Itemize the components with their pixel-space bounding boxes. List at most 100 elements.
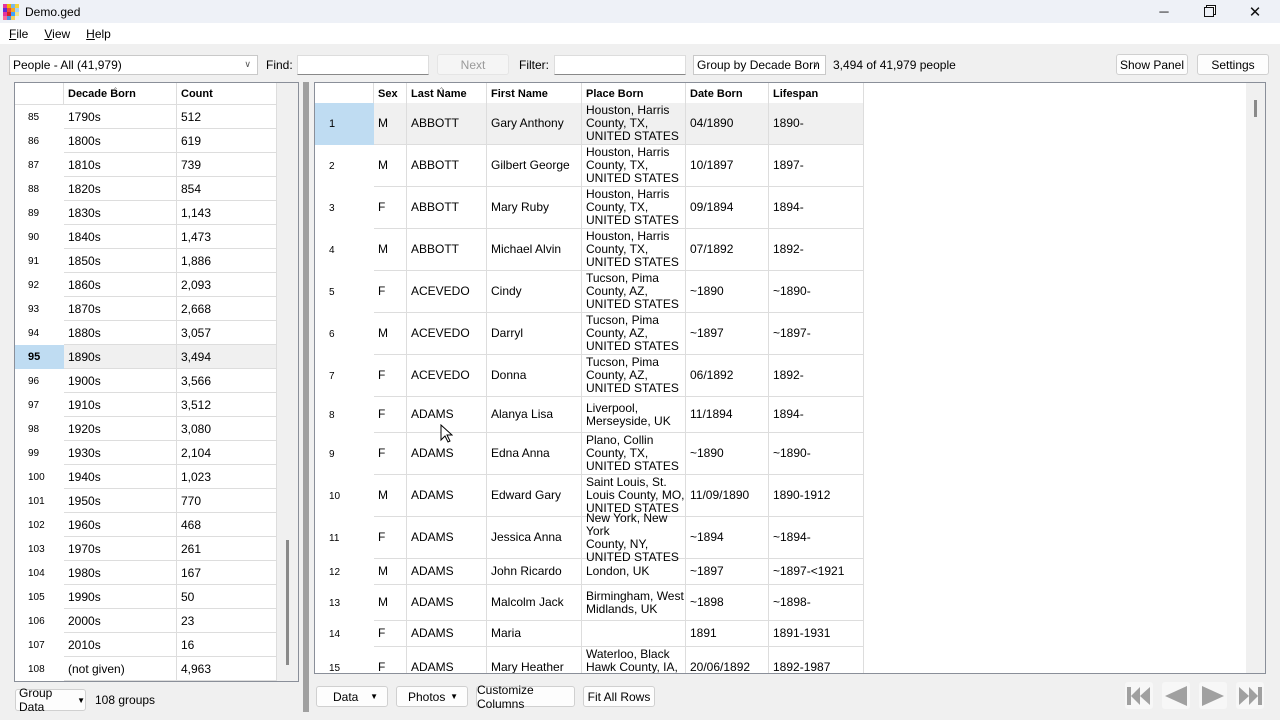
person-row[interactable]: 15 F ADAMS Mary Heather Waterloo, Black Hawk… xyxy=(315,647,864,673)
people-grid-scrollbar[interactable] xyxy=(1246,83,1265,673)
lifespan-cell[interactable]: ~1897-<1921 xyxy=(769,559,864,585)
group-data-button[interactable]: Group Data ▼ xyxy=(15,686,86,714)
count-cell[interactable]: 4,963 xyxy=(177,657,277,681)
group-row[interactable]: 86 1800s 619 xyxy=(15,129,277,153)
place-born-cell[interactable]: Houston, Harris County, TX, UNITED STATE… xyxy=(582,103,686,145)
place-born-cell[interactable]: Plano, Collin County, TX, UNITED STATES xyxy=(582,433,686,475)
group-row[interactable]: 106 2000s 23 xyxy=(15,609,277,633)
decade-cell[interactable]: 1860s xyxy=(64,273,177,297)
lifespan-cell[interactable]: 1897- xyxy=(769,145,864,187)
count-cell[interactable]: 3,512 xyxy=(177,393,277,417)
last-name-cell[interactable]: ADAMS xyxy=(407,517,487,559)
decade-cell[interactable]: 1970s xyxy=(64,537,177,561)
row-number[interactable]: 96 xyxy=(15,369,64,393)
group-row[interactable]: 91 1850s 1,886 xyxy=(15,249,277,273)
group-row[interactable]: 94 1880s 3,057 xyxy=(15,321,277,345)
row-number[interactable]: 86 xyxy=(15,129,64,153)
first-name-cell[interactable]: Cindy xyxy=(487,271,582,313)
place-born-cell[interactable]: Tucson, Pima County, AZ, UNITED STATES xyxy=(582,355,686,397)
sex-cell[interactable]: F xyxy=(374,517,407,559)
decade-cell[interactable]: 1880s xyxy=(64,321,177,345)
row-number[interactable]: 1 xyxy=(315,103,374,145)
scrollbar-thumb[interactable] xyxy=(1254,100,1257,117)
sex-cell[interactable]: M xyxy=(374,585,407,621)
last-name-cell[interactable]: ADAMS xyxy=(407,621,487,647)
row-number[interactable]: 98 xyxy=(15,417,64,441)
lifespan-cell[interactable]: ~1898- xyxy=(769,585,864,621)
show-panel-button[interactable]: Show Panel xyxy=(1116,54,1188,75)
last-name-cell[interactable]: ACEVEDO xyxy=(407,313,487,355)
decade-cell[interactable]: 1910s xyxy=(64,393,177,417)
first-name-cell[interactable]: Edna Anna xyxy=(487,433,582,475)
group-row[interactable]: 92 1860s 2,093 xyxy=(15,273,277,297)
row-number[interactable]: 4 xyxy=(315,229,374,271)
person-row[interactable]: 11 F ADAMS Jessica Anna New York, New York C… xyxy=(315,511,864,563)
lifespan-cell[interactable]: ~1894- xyxy=(769,517,864,559)
row-number[interactable]: 101 xyxy=(15,489,64,513)
sex-cell[interactable]: M xyxy=(374,313,407,355)
count-cell[interactable]: 1,886 xyxy=(177,249,277,273)
row-number[interactable]: 89 xyxy=(15,201,64,225)
row-number[interactable]: 8 xyxy=(315,397,374,433)
place-born-cell[interactable]: New York, New York County, NY, UNITED ST… xyxy=(582,511,686,563)
decade-cell[interactable]: 1960s xyxy=(64,513,177,537)
menu-view[interactable]: View xyxy=(36,27,78,41)
sex-cell[interactable]: F xyxy=(374,647,407,673)
sex-cell[interactable]: M xyxy=(374,475,407,517)
lifespan-cell[interactable]: 1890-1912 xyxy=(769,475,864,517)
row-number[interactable]: 103 xyxy=(15,537,64,561)
next-button[interactable]: Next xyxy=(437,54,509,75)
lifespan-cell[interactable]: 1894- xyxy=(769,397,864,433)
place-born-cell[interactable]: Houston, Harris County, TX, UNITED STATE… xyxy=(582,187,686,229)
place-born-cell[interactable]: Tucson, Pima County, AZ, UNITED STATES xyxy=(582,271,686,313)
date-born-cell[interactable]: 1891 xyxy=(686,621,769,647)
first-name-cell[interactable]: Michael Alvin xyxy=(487,229,582,271)
column-header-place-born[interactable]: Place Born xyxy=(582,83,686,105)
minimize-button[interactable]: ─ xyxy=(1141,0,1187,23)
date-born-cell[interactable]: 11/09/1890 xyxy=(686,475,769,517)
first-name-cell[interactable]: Mary Ruby xyxy=(487,187,582,229)
column-header-last-name[interactable]: ‸ Last Name xyxy=(407,83,487,105)
first-record-button[interactable] xyxy=(1125,682,1153,709)
last-record-button[interactable] xyxy=(1236,682,1264,709)
group-row[interactable]: 104 1980s 167 xyxy=(15,561,277,585)
group-row[interactable]: 89 1830s 1,143 xyxy=(15,201,277,225)
scrollbar-thumb[interactable] xyxy=(286,540,289,665)
decade-cell[interactable]: 1830s xyxy=(64,201,177,225)
group-by-select[interactable]: Group by Decade Born ∨ xyxy=(693,55,826,75)
date-born-cell[interactable]: 04/1890 xyxy=(686,103,769,145)
row-number[interactable]: 104 xyxy=(15,561,64,585)
place-born-cell[interactable]: Houston, Harris County, TX, UNITED STATE… xyxy=(582,145,686,187)
group-row[interactable]: 97 1910s 3,512 xyxy=(15,393,277,417)
count-cell[interactable]: 770 xyxy=(177,489,277,513)
row-number[interactable]: 99 xyxy=(15,441,64,465)
group-row[interactable]: 99 1930s 2,104 xyxy=(15,441,277,465)
group-row[interactable]: 95 1890s 3,494 xyxy=(15,345,277,369)
people-list-select[interactable]: People - All (41,979) ∨ xyxy=(9,55,258,75)
next-record-button[interactable] xyxy=(1199,682,1227,709)
group-row[interactable]: 85 1790s 512 xyxy=(15,105,277,129)
sex-cell[interactable]: M xyxy=(374,229,407,271)
column-header-first-name[interactable]: First Name xyxy=(487,83,582,105)
decade-cell[interactable]: 1930s xyxy=(64,441,177,465)
group-row[interactable]: 102 1960s 468 xyxy=(15,513,277,537)
sex-cell[interactable]: M xyxy=(374,559,407,585)
date-born-cell[interactable]: 06/1892 xyxy=(686,355,769,397)
date-born-cell[interactable]: ~1897 xyxy=(686,313,769,355)
decade-cell[interactable]: 1790s xyxy=(64,105,177,129)
row-number[interactable]: 5 xyxy=(315,271,374,313)
last-name-cell[interactable]: ADAMS xyxy=(407,647,487,673)
decade-cell[interactable]: 1980s xyxy=(64,561,177,585)
group-row[interactable]: 87 1810s 739 xyxy=(15,153,277,177)
lifespan-cell[interactable]: 1891-1931 xyxy=(769,621,864,647)
row-number[interactable]: 12 xyxy=(315,559,374,585)
decade-cell[interactable]: 1950s xyxy=(64,489,177,513)
decade-cell[interactable]: 1800s xyxy=(64,129,177,153)
lifespan-cell[interactable]: 1892- xyxy=(769,355,864,397)
column-header-sex[interactable]: Sex xyxy=(374,83,407,105)
row-number[interactable]: 93 xyxy=(15,297,64,321)
person-row[interactable]: 1 M ABBOTT Gary Anthony Houston, Harris Coun… xyxy=(315,103,864,145)
count-cell[interactable]: 1,473 xyxy=(177,225,277,249)
column-header-decade-born[interactable]: ‸ Decade Born xyxy=(64,83,177,105)
group-row[interactable]: 107 2010s 16 xyxy=(15,633,277,657)
